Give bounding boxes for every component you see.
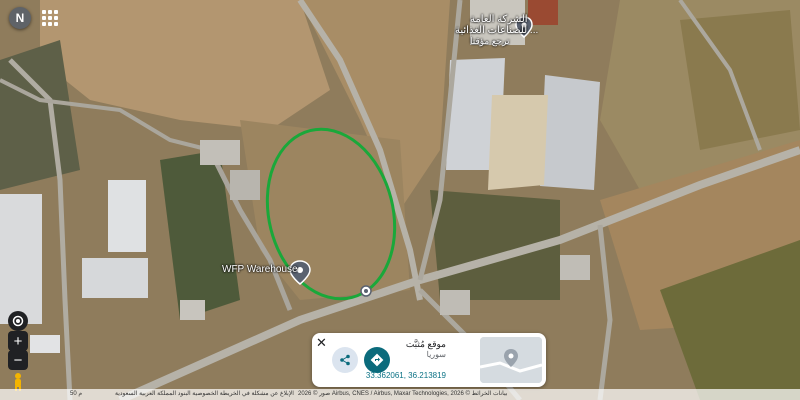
location-card[interactable]: ✕ موقع مُثبَّت سوريا 33.362061, 36.21381…: [312, 333, 546, 387]
directions-icon: [370, 353, 384, 367]
imagery-credit: صور © 2026 Airbus, CNES / Airbus, Maxar …: [298, 391, 508, 397]
zoom-in-button[interactable]: +: [8, 331, 28, 351]
attribution-links[interactable]: الإبلاغ عن مشكلة في الخريطة الخصوصية الب…: [115, 389, 294, 400]
account-avatar[interactable]: N: [9, 7, 31, 29]
scale-label[interactable]: 50 م: [70, 389, 82, 400]
company-label-line1: الشركة العامة: [470, 14, 528, 25]
zoom-out-button[interactable]: −: [8, 350, 28, 370]
company-label-line3: ترجع مؤقتا: [470, 36, 510, 46]
place-region: سوريا: [426, 350, 446, 359]
apps-grid-icon[interactable]: [42, 10, 58, 26]
locate-icon: [12, 315, 24, 327]
share-icon: [340, 354, 350, 366]
share-button[interactable]: [332, 347, 358, 373]
place-name: موقع مُثبَّت: [405, 339, 446, 349]
close-button[interactable]: ✕: [316, 335, 327, 351]
street-view-thumbnail[interactable]: [480, 337, 542, 383]
company-label-line2: للصناعات الغذائية ...: [455, 25, 539, 36]
warehouse-label[interactable]: WFP Warehouse: [222, 264, 298, 275]
place-coordinates[interactable]: 33.362061, 36.213819: [366, 371, 446, 380]
directions-button[interactable]: [364, 347, 390, 373]
locate-button[interactable]: [8, 311, 28, 331]
attribution-bar: 50 م الإبلاغ عن مشكلة في الخريطة الخصوصي…: [0, 389, 800, 400]
